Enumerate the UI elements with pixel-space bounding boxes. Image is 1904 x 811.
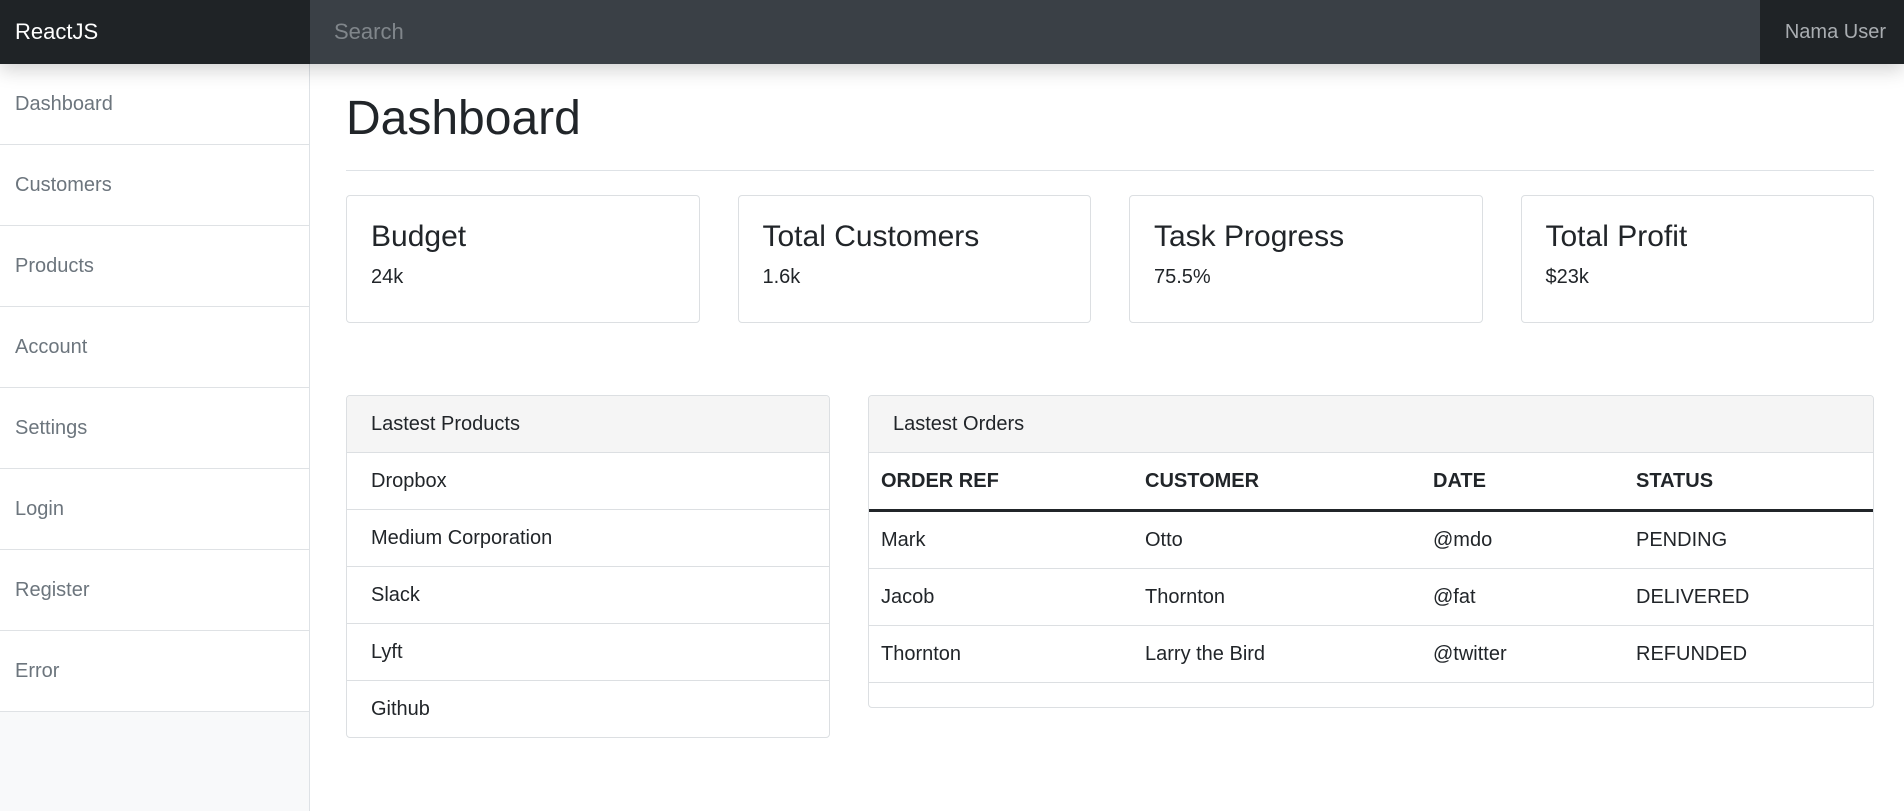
search-input[interactable] xyxy=(310,0,1760,64)
sidebar-item-customers[interactable]: Customers xyxy=(0,145,309,226)
table-header-row: ORDER REF CUSTOMER DATE STATUS xyxy=(869,453,1873,512)
lower-section: Lastest Products Dropbox Medium Corporat… xyxy=(346,395,1874,738)
sidebar-item-dashboard[interactable]: Dashboard xyxy=(0,64,309,145)
sidebar-item-products[interactable]: Products xyxy=(0,226,309,307)
column-header: STATUS xyxy=(1624,453,1873,512)
user-menu[interactable]: Nama User xyxy=(1760,0,1904,64)
sidebar-item-register[interactable]: Register xyxy=(0,550,309,631)
sidebar-item-settings[interactable]: Settings xyxy=(0,388,309,469)
column-header: DATE xyxy=(1421,453,1624,512)
brand-logo[interactable]: ReactJS xyxy=(0,0,310,64)
orders-table: ORDER REF CUSTOMER DATE STATUS Mark Otto… xyxy=(869,453,1873,683)
panel-header: Lastest Products xyxy=(347,396,829,453)
task-progress-card: Task Progress 75.5% xyxy=(1129,195,1483,323)
table-cell: @mdo xyxy=(1421,510,1624,569)
list-item[interactable]: Medium Corporation xyxy=(347,510,829,567)
card-title: Total Profit xyxy=(1545,220,1688,253)
card-value: 1.6k xyxy=(762,266,801,288)
table-cell: Larry the Bird xyxy=(1133,625,1421,683)
card-title: Task Progress xyxy=(1154,220,1345,253)
main-content: Dashboard Budget 24k Total Customers 1.6… xyxy=(346,64,1874,738)
table-cell: Thornton xyxy=(1133,568,1421,626)
table-row: Thornton Larry the Bird @twitter REFUNDE… xyxy=(869,625,1873,683)
total-customers-card: Total Customers 1.6k xyxy=(737,195,1091,323)
card-title: Budget xyxy=(371,220,467,253)
card-value: 24k xyxy=(371,266,404,288)
table-cell: @twitter xyxy=(1421,625,1624,683)
latest-orders-panel: Lastest Orders ORDER REF CUSTOMER DATE S… xyxy=(868,395,1874,708)
sidebar-item-account[interactable]: Account xyxy=(0,307,309,388)
column-header: CUSTOMER xyxy=(1133,453,1421,512)
table-cell: @fat xyxy=(1421,568,1624,626)
card-value: $23k xyxy=(1545,266,1589,288)
table-cell: Thornton xyxy=(869,625,1133,683)
list-item[interactable]: Dropbox xyxy=(347,453,829,510)
sidebar-item-login[interactable]: Login xyxy=(0,469,309,550)
latest-products-panel: Lastest Products Dropbox Medium Corporat… xyxy=(346,395,830,738)
status-cell: PENDING xyxy=(1624,510,1873,569)
column-header: ORDER REF xyxy=(869,453,1133,512)
top-navbar: ReactJS Nama User xyxy=(0,0,1904,64)
status-cell: REFUNDED xyxy=(1624,625,1873,683)
panel-header: Lastest Orders xyxy=(869,396,1873,453)
card-value: 75.5% xyxy=(1154,266,1211,288)
stat-cards: Budget 24k Total Customers 1.6k Task Pro… xyxy=(346,195,1874,323)
budget-card: Budget 24k xyxy=(346,195,700,323)
table-cell: Mark xyxy=(869,510,1133,569)
status-cell: DELIVERED xyxy=(1624,568,1873,626)
table-row: Jacob Thornton @fat DELIVERED xyxy=(869,568,1873,626)
card-title: Total Customers xyxy=(762,220,980,253)
list-item[interactable]: Slack xyxy=(347,567,829,624)
total-profit-card: Total Profit $23k xyxy=(1520,195,1874,323)
sidebar: Dashboard Customers Products Account Set… xyxy=(0,64,310,811)
list-item[interactable]: Lyft xyxy=(347,624,829,681)
page-title: Dashboard xyxy=(346,64,1874,171)
table-row: Mark Otto @mdo PENDING xyxy=(869,510,1873,569)
sidebar-item-error[interactable]: Error xyxy=(0,631,309,712)
table-cell: Otto xyxy=(1133,510,1421,569)
list-item[interactable]: Github xyxy=(347,681,829,737)
table-cell: Jacob xyxy=(869,568,1133,626)
